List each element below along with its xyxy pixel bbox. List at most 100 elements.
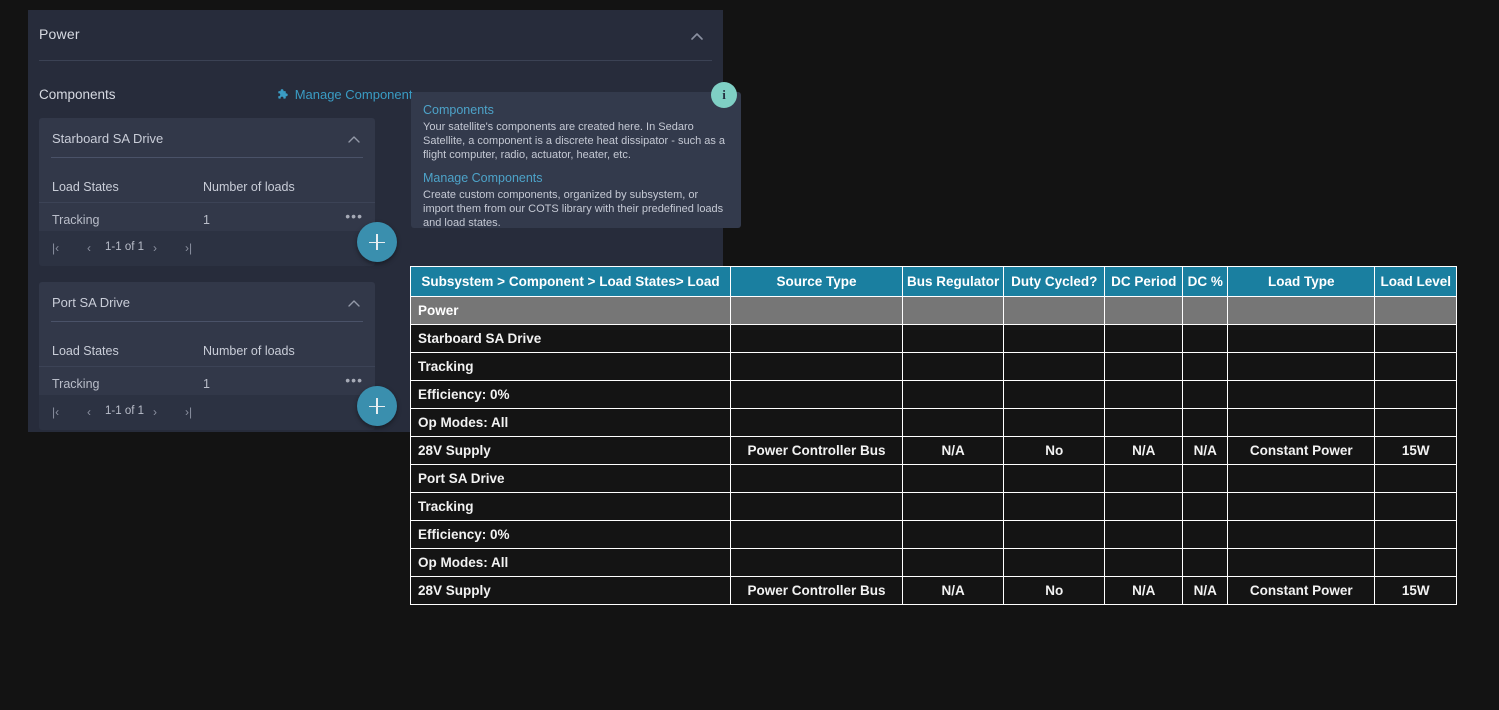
table-cell [1182, 296, 1229, 325]
divider [39, 60, 712, 61]
table-cell [1104, 408, 1184, 437]
table-cell [730, 520, 903, 549]
puzzle-piece-icon [277, 88, 290, 104]
chevron-up-icon[interactable] [687, 27, 707, 47]
column-header-bus-regulator[interactable]: Bus Regulator [901, 266, 1005, 297]
table-row[interactable]: Tracking [410, 492, 1458, 521]
divider [51, 157, 363, 158]
table-cell: Power Controller Bus [730, 576, 903, 605]
load-summary-table: Subsystem > Component > Load States> Loa… [410, 266, 1458, 605]
add-load-state-button[interactable] [357, 386, 397, 426]
table-cell [901, 520, 1005, 549]
table-cell [901, 380, 1005, 409]
table-header-row: Subsystem > Component > Load States> Loa… [410, 266, 1458, 297]
table-cell-path: Starboard SA Drive [410, 324, 731, 353]
table-row[interactable]: Starboard SA Drive [410, 324, 1458, 353]
table-cell: No [1003, 576, 1106, 605]
table-cell [1374, 520, 1458, 549]
table-cell: N/A [1104, 576, 1184, 605]
table-cell [1227, 324, 1376, 353]
table-cell [1003, 548, 1106, 577]
table-cell [730, 380, 903, 409]
column-header-path[interactable]: Subsystem > Component > Load States> Loa… [410, 266, 731, 297]
column-header-dc-percent[interactable]: DC % [1182, 266, 1229, 297]
table-cell [901, 464, 1005, 493]
table-row[interactable]: Efficiency: 0% [410, 520, 1458, 549]
table-cell-path: 28V Supply [410, 576, 731, 605]
divider [39, 202, 375, 203]
column-header-load-level[interactable]: Load Level [1374, 266, 1458, 297]
component-card-port-sa-drive: Port SA Drive Load States Number of load… [39, 282, 397, 430]
table-cell [730, 548, 903, 577]
table-cell [1374, 296, 1458, 325]
table-cell [1374, 492, 1458, 521]
table-cell [1182, 464, 1229, 493]
table-row[interactable]: Tracking [410, 352, 1458, 381]
chevron-up-icon[interactable] [345, 132, 363, 148]
table-cell [1374, 352, 1458, 381]
table-cell [901, 548, 1005, 577]
table-cell: Constant Power [1227, 436, 1376, 465]
pagination-prev-button[interactable]: ‹ [87, 241, 91, 255]
table-cell [1104, 548, 1184, 577]
table-cell [1003, 492, 1106, 521]
table-cell [730, 296, 903, 325]
table-row[interactable]: Op Modes: All [410, 408, 1458, 437]
add-load-state-button[interactable] [357, 222, 397, 262]
number-of-loads-value: 1 [203, 377, 210, 391]
ellipsis-icon[interactable]: ••• [345, 209, 363, 223]
table-cell [1003, 408, 1106, 437]
pagination-prev-button[interactable]: ‹ [87, 405, 91, 419]
table-cell: N/A [901, 436, 1005, 465]
help-tooltip: i Components Your satellite's components… [411, 82, 741, 229]
column-header-dc-period[interactable]: DC Period [1104, 266, 1184, 297]
table-cell: Power Controller Bus [730, 436, 903, 465]
load-state-value: Tracking [52, 377, 100, 391]
table-cell-path: Power [410, 296, 731, 325]
table-cell-path: Efficiency: 0% [410, 380, 731, 409]
table-row[interactable]: Efficiency: 0% [410, 380, 1458, 409]
chevron-up-icon[interactable] [345, 296, 363, 312]
table-row[interactable]: 28V Supply Power Controller Bus N/A No N/A N/… [410, 576, 1458, 605]
info-icon[interactable]: i [711, 82, 737, 108]
table-cell [1227, 492, 1376, 521]
table-cell-path: Op Modes: All [410, 548, 731, 577]
table-cell [901, 352, 1005, 381]
table-cell: Constant Power [1227, 576, 1376, 605]
pagination-first-button[interactable]: |‹ [52, 405, 59, 419]
table-cell [1003, 464, 1106, 493]
table-cell-path: Efficiency: 0% [410, 520, 731, 549]
column-header-load-states: Load States [52, 180, 119, 194]
table-row[interactable]: 28V Supply Power Controller Bus N/A No N/A N/… [410, 436, 1458, 465]
load-state-value: Tracking [52, 213, 100, 227]
pagination-last-button[interactable]: ›| [185, 241, 192, 255]
table-cell [1104, 296, 1184, 325]
table-section-row[interactable]: Power [410, 296, 1458, 325]
pagination-next-button[interactable]: › [153, 241, 157, 255]
number-of-loads-value: 1 [203, 213, 210, 227]
manage-components-link[interactable]: Manage Components [277, 87, 419, 104]
table-cell [730, 492, 903, 521]
table-row[interactable]: Op Modes: All [410, 548, 1458, 577]
table-cell [1003, 296, 1106, 325]
table-cell [901, 408, 1005, 437]
table-cell: No [1003, 436, 1106, 465]
pagination-first-button[interactable]: |‹ [52, 241, 59, 255]
table-cell [1374, 548, 1458, 577]
column-header-load-type[interactable]: Load Type [1227, 266, 1376, 297]
column-header-duty-cycled[interactable]: Duty Cycled? [1003, 266, 1106, 297]
table-cell [1227, 464, 1376, 493]
column-header-source-type[interactable]: Source Type [730, 266, 903, 297]
table-cell: N/A [1104, 436, 1184, 465]
ellipsis-icon[interactable]: ••• [345, 373, 363, 387]
table-cell [730, 464, 903, 493]
table-cell-path: Tracking [410, 352, 731, 381]
table-row[interactable]: Port SA Drive [410, 464, 1458, 493]
pagination-label: 1-1 of 1 [105, 405, 144, 417]
table-cell [1104, 380, 1184, 409]
table-cell: 15W [1374, 576, 1458, 605]
pagination-last-button[interactable]: ›| [185, 405, 192, 419]
table-cell: N/A [1182, 576, 1229, 605]
table-cell-path: Op Modes: All [410, 408, 731, 437]
pagination-next-button[interactable]: › [153, 405, 157, 419]
